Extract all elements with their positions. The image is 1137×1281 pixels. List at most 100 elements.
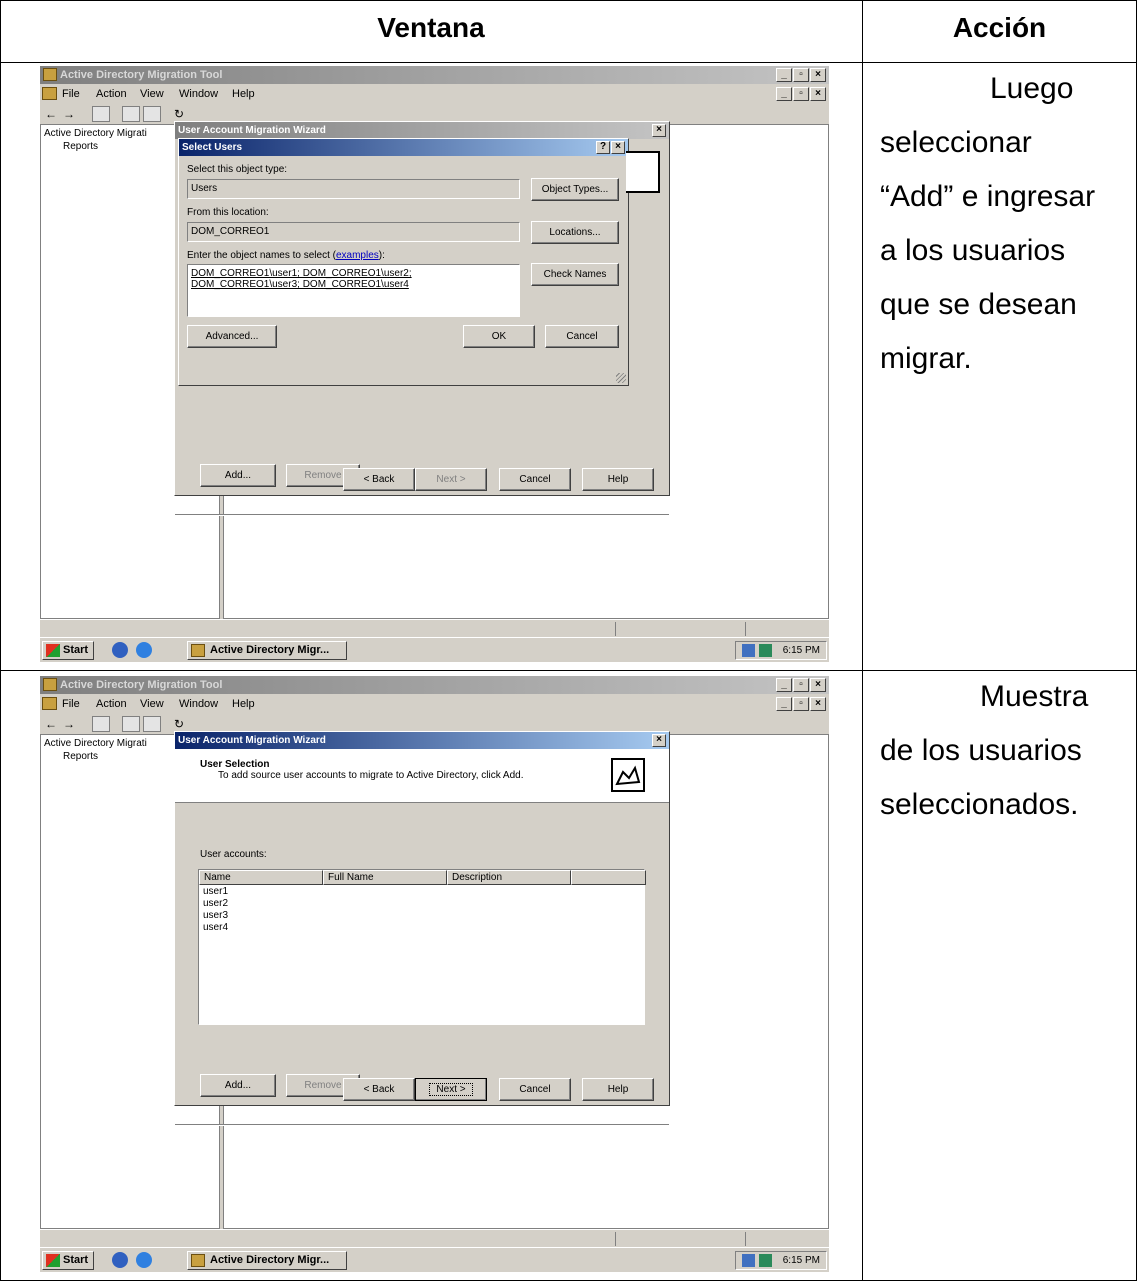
- restore-icon[interactable]: ▫: [793, 68, 809, 82]
- taskbar-item[interactable]: Active Directory Migr...: [187, 641, 347, 660]
- user-accounts-label: User accounts:: [200, 849, 267, 860]
- close-icon[interactable]: ×: [611, 141, 625, 154]
- add-button[interactable]: Add...: [200, 464, 276, 487]
- advanced-button[interactable]: Advanced...: [187, 325, 277, 348]
- menu-file[interactable]: File: [62, 694, 80, 714]
- menu-window[interactable]: Window: [179, 694, 218, 714]
- cancel-button[interactable]: Cancel: [545, 325, 619, 348]
- next-button[interactable]: Next >: [415, 1078, 487, 1101]
- tree-root[interactable]: Active Directory Migrati: [44, 738, 147, 749]
- list-item[interactable]: user1: [203, 886, 228, 897]
- back-arrow-icon[interactable]: ←: [45, 106, 57, 122]
- locations-button[interactable]: Locations...: [531, 221, 619, 244]
- minimize-icon[interactable]: _: [776, 678, 792, 692]
- export-icon[interactable]: [143, 106, 161, 122]
- menu-help[interactable]: Help: [232, 694, 255, 714]
- resize-grip[interactable]: [616, 373, 626, 383]
- start-button[interactable]: Start: [42, 641, 94, 660]
- list-item[interactable]: user3: [203, 910, 228, 921]
- column-empty: [571, 870, 646, 885]
- forward-arrow-icon[interactable]: →: [63, 716, 75, 732]
- close-icon[interactable]: ×: [810, 697, 826, 711]
- help-question-icon[interactable]: ?: [596, 141, 610, 154]
- doc-icon: [42, 87, 57, 100]
- tree-root[interactable]: Active Directory Migrati: [44, 128, 147, 139]
- action-line: seleccionar: [880, 126, 1032, 159]
- object-names-input[interactable]: DOM_CORREO1\user1; DOM_CORREO1\user2; DO…: [187, 264, 520, 317]
- desktop-icon[interactable]: [112, 642, 128, 658]
- close-icon[interactable]: ×: [810, 68, 826, 82]
- help-button[interactable]: Help: [582, 1078, 654, 1101]
- close-icon[interactable]: ×: [652, 734, 666, 747]
- cancel-button[interactable]: Cancel: [499, 1078, 571, 1101]
- back-button[interactable]: < Back: [343, 468, 415, 491]
- forward-arrow-icon[interactable]: →: [63, 106, 75, 122]
- menu-action[interactable]: Action: [96, 694, 127, 714]
- restore-icon[interactable]: ▫: [793, 678, 809, 692]
- minimize-icon[interactable]: _: [776, 697, 792, 711]
- doc-icon: [42, 697, 57, 710]
- help-icon[interactable]: ↻: [174, 106, 184, 122]
- server-icon[interactable]: [759, 1254, 772, 1267]
- menu-view[interactable]: View: [140, 694, 164, 714]
- restore-icon[interactable]: ▫: [793, 697, 809, 711]
- list-item[interactable]: user2: [203, 898, 228, 909]
- restore-icon[interactable]: ▫: [793, 87, 809, 101]
- screenshot-user-selection: Active Directory Migration Tool _ ▫ × File…: [40, 676, 829, 1272]
- menu-action[interactable]: Action: [96, 84, 127, 104]
- next-button[interactable]: Next >: [415, 468, 487, 491]
- add-button[interactable]: Add...: [200, 1074, 276, 1097]
- close-icon[interactable]: ×: [810, 87, 826, 101]
- action-line: Luego: [990, 72, 1074, 105]
- ie-icon[interactable]: [136, 1252, 152, 1268]
- ie-icon[interactable]: [136, 642, 152, 658]
- server-icon[interactable]: [759, 644, 772, 657]
- network-icon[interactable]: [742, 1254, 755, 1267]
- taskbar-item-label: Active Directory Migr...: [210, 1254, 330, 1266]
- examples-link[interactable]: examples: [336, 250, 379, 261]
- location-label: From this location:: [187, 207, 269, 218]
- help-button[interactable]: Help: [582, 468, 654, 491]
- export-icon[interactable]: [143, 716, 161, 732]
- refresh-icon[interactable]: [122, 106, 140, 122]
- column-full-name[interactable]: Full Name: [323, 870, 447, 885]
- close-icon[interactable]: ×: [810, 678, 826, 692]
- object-types-button[interactable]: Object Types...: [531, 178, 619, 201]
- column-name[interactable]: Name: [199, 870, 323, 885]
- back-button[interactable]: < Back: [343, 1078, 415, 1101]
- tree-reports[interactable]: Reports: [63, 141, 98, 152]
- desktop-icon[interactable]: [112, 1252, 128, 1268]
- names-line-2: DOM_CORREO1\user3; DOM_CORREO1\user4: [191, 279, 409, 290]
- menu-view[interactable]: View: [140, 84, 164, 104]
- minimize-icon[interactable]: _: [776, 68, 792, 82]
- object-type-label: Select this object type:: [187, 164, 288, 175]
- column-description[interactable]: Description: [447, 870, 571, 885]
- menu-window[interactable]: Window: [179, 84, 218, 104]
- show-tree-icon[interactable]: [92, 716, 110, 732]
- network-icon[interactable]: [742, 644, 755, 657]
- list-header: Name Full Name Description: [199, 870, 646, 885]
- menu-help[interactable]: Help: [232, 84, 255, 104]
- windows-logo-icon: [46, 1254, 60, 1267]
- menubar: File Action View Window Help _ ▫ ×: [40, 694, 829, 714]
- app-icon: [191, 644, 205, 657]
- app-icon: [191, 1254, 205, 1267]
- back-arrow-icon[interactable]: ←: [45, 716, 57, 732]
- taskbar: Start Active Directory Migr... 6:15 PM: [40, 1247, 829, 1272]
- refresh-icon[interactable]: [122, 716, 140, 732]
- start-button[interactable]: Start: [42, 1251, 94, 1270]
- cancel-button[interactable]: Cancel: [499, 468, 571, 491]
- user-accounts-list[interactable]: Name Full Name Description user1 user2 u…: [198, 869, 646, 1025]
- check-names-button[interactable]: Check Names: [531, 263, 619, 286]
- taskbar-item[interactable]: Active Directory Migr...: [187, 1251, 347, 1270]
- action-text-2: Muestra de los usuarios seleccionados.: [862, 670, 1137, 832]
- ok-button[interactable]: OK: [463, 325, 535, 348]
- show-tree-icon[interactable]: [92, 106, 110, 122]
- action-text-1: Luego seleccionar “Add” e ingresar a los…: [862, 62, 1137, 386]
- list-item[interactable]: user4: [203, 922, 228, 933]
- tree-reports[interactable]: Reports: [63, 751, 98, 762]
- help-icon[interactable]: ↻: [174, 716, 184, 732]
- menu-file[interactable]: File: [62, 84, 80, 104]
- close-icon[interactable]: ×: [652, 124, 666, 137]
- minimize-icon[interactable]: _: [776, 87, 792, 101]
